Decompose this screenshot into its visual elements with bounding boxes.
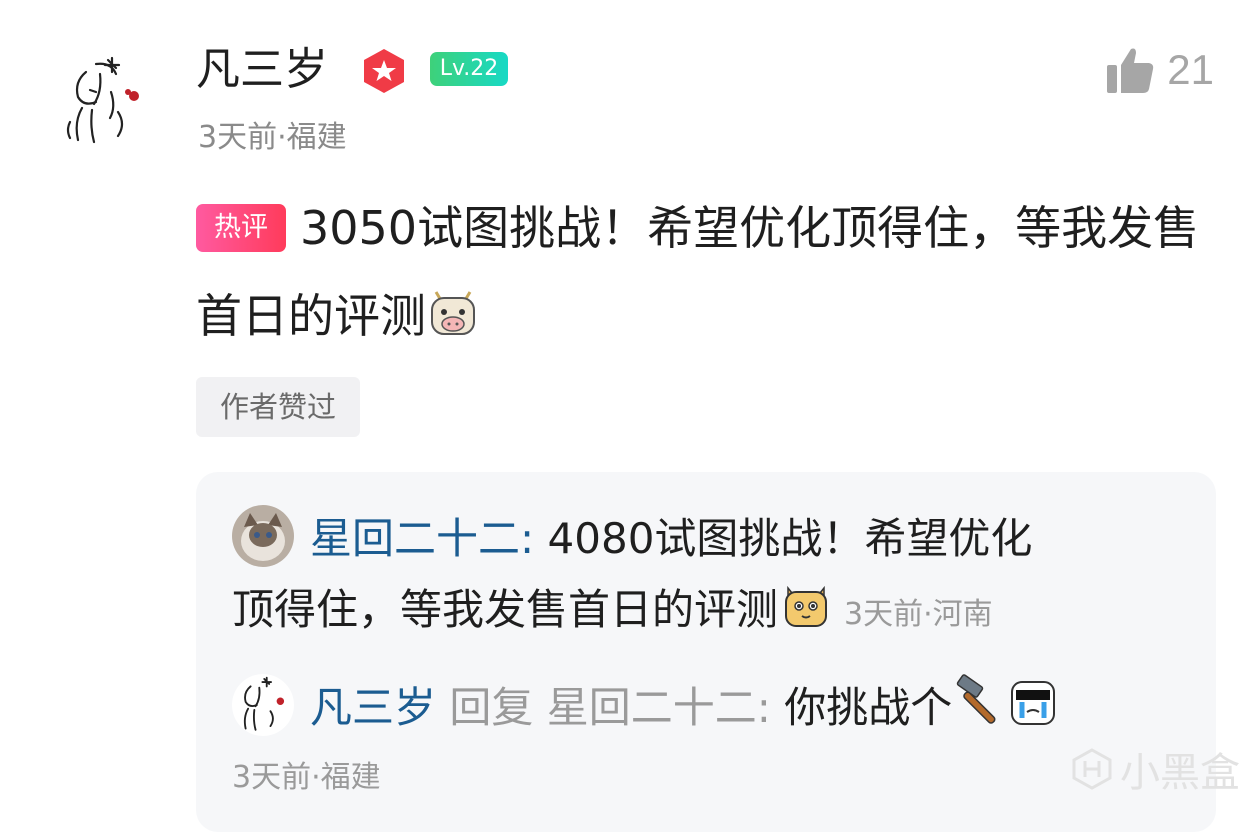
reply-item[interactable]: 星回二十二: 4080试图挑战！希望优化 — [232, 505, 1032, 569]
author-name[interactable]: 凡三岁 — [196, 40, 328, 100]
thumbs-up-icon — [1107, 48, 1154, 93]
doodle-avatar-icon — [66, 56, 139, 144]
hot-comment-tag: 热评 — [196, 204, 286, 252]
reply-to-username[interactable]: 星回二十二 — [547, 683, 757, 732]
reply-meta: 3天前·福建 — [232, 760, 381, 795]
hammer-emoji-icon — [952, 672, 1008, 744]
comment-text: 3050试图挑战！希望优化顶得住，等我发售首日的评测 — [196, 201, 1200, 343]
heybox-logo-icon — [1072, 748, 1112, 790]
like-count: 21 — [1167, 46, 1214, 93]
reply-text: 4080试图挑战！希望优化 — [547, 514, 1033, 563]
reply-user-avatar[interactable] — [232, 505, 294, 567]
reply-word: 回复 — [449, 683, 534, 732]
reply-separator: : — [756, 683, 785, 732]
doodle-avatar-icon — [243, 676, 285, 731]
reply-item-continued: 顶得住，等我发售首日的评测 3天前·河南 — [232, 580, 993, 646]
reply-meta: 3天前·河南 — [844, 597, 993, 632]
author-liked-tag: 作者赞过 — [196, 377, 360, 437]
like-button[interactable]: 21 — [1103, 42, 1214, 98]
reply-username[interactable]: 星回二十二 — [310, 514, 520, 563]
cat-avatar-icon — [232, 505, 294, 567]
reply-text: 你挑战个 — [784, 683, 953, 732]
comment-meta: 3天前·福建 — [198, 120, 347, 155]
reply-text: 顶得住，等我发售首日的评测 — [232, 585, 779, 634]
level-badge: Lv.22 — [430, 52, 508, 86]
comment-body: 热评 3050试图挑战！希望优化顶得住，等我发售首日的评测 — [196, 184, 1206, 366]
reply-username[interactable]: 凡三岁 — [310, 683, 436, 732]
reply-separator: : — [520, 514, 548, 563]
star-badge-icon — [360, 47, 408, 95]
reply-user-avatar[interactable] — [232, 674, 294, 736]
author-avatar[interactable] — [56, 52, 156, 152]
crying-sunglasses-emoji-icon — [1008, 678, 1058, 744]
cow-emoji-icon — [426, 278, 480, 366]
dog-emoji-icon — [782, 582, 830, 646]
watermark-text: 小黑盒 — [1120, 750, 1240, 796]
watermark: 小黑盒 — [1070, 740, 1240, 798]
reply-item[interactable]: 凡三岁 回复 星回二十二: 你挑战个 — [232, 672, 1058, 744]
